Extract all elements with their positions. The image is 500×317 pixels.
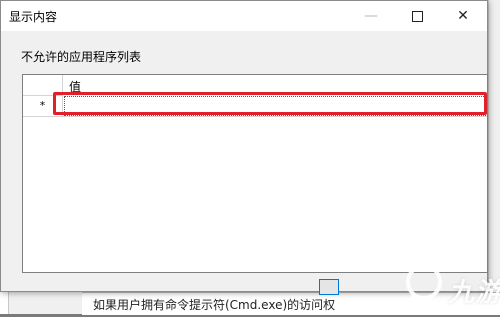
background-help-text: 如果用户拥有命令提示符(Cmd.exe)的访问权 (93, 298, 336, 312)
minimize-icon: — (364, 8, 378, 24)
values-grid[interactable]: 值 * (22, 74, 488, 273)
close-button[interactable]: ✕ (440, 1, 486, 31)
ok-button[interactable] (319, 279, 339, 295)
value-cell-input[interactable] (63, 95, 487, 117)
maximize-button[interactable] (394, 1, 440, 31)
background-right-panel (488, 0, 500, 292)
dialog-title: 显示内容 (9, 10, 58, 24)
grid-header-row: 值 (23, 75, 487, 96)
list-label: 不允许的应用程序列表 (21, 50, 142, 64)
new-row-marker[interactable]: * (23, 95, 63, 117)
minimize-button: — (348, 1, 394, 31)
watermark-text: 九游 (448, 278, 500, 308)
maximize-icon (411, 10, 423, 22)
show-contents-dialog: 显示内容 — ✕ 不允许的应用程序列表 值 * (0, 0, 488, 295)
title-bar[interactable]: 显示内容 — ✕ (1, 1, 487, 31)
value-column-header[interactable]: 值 (69, 78, 81, 95)
grid-corner-cell[interactable] (23, 75, 63, 95)
close-icon: ✕ (457, 8, 469, 24)
